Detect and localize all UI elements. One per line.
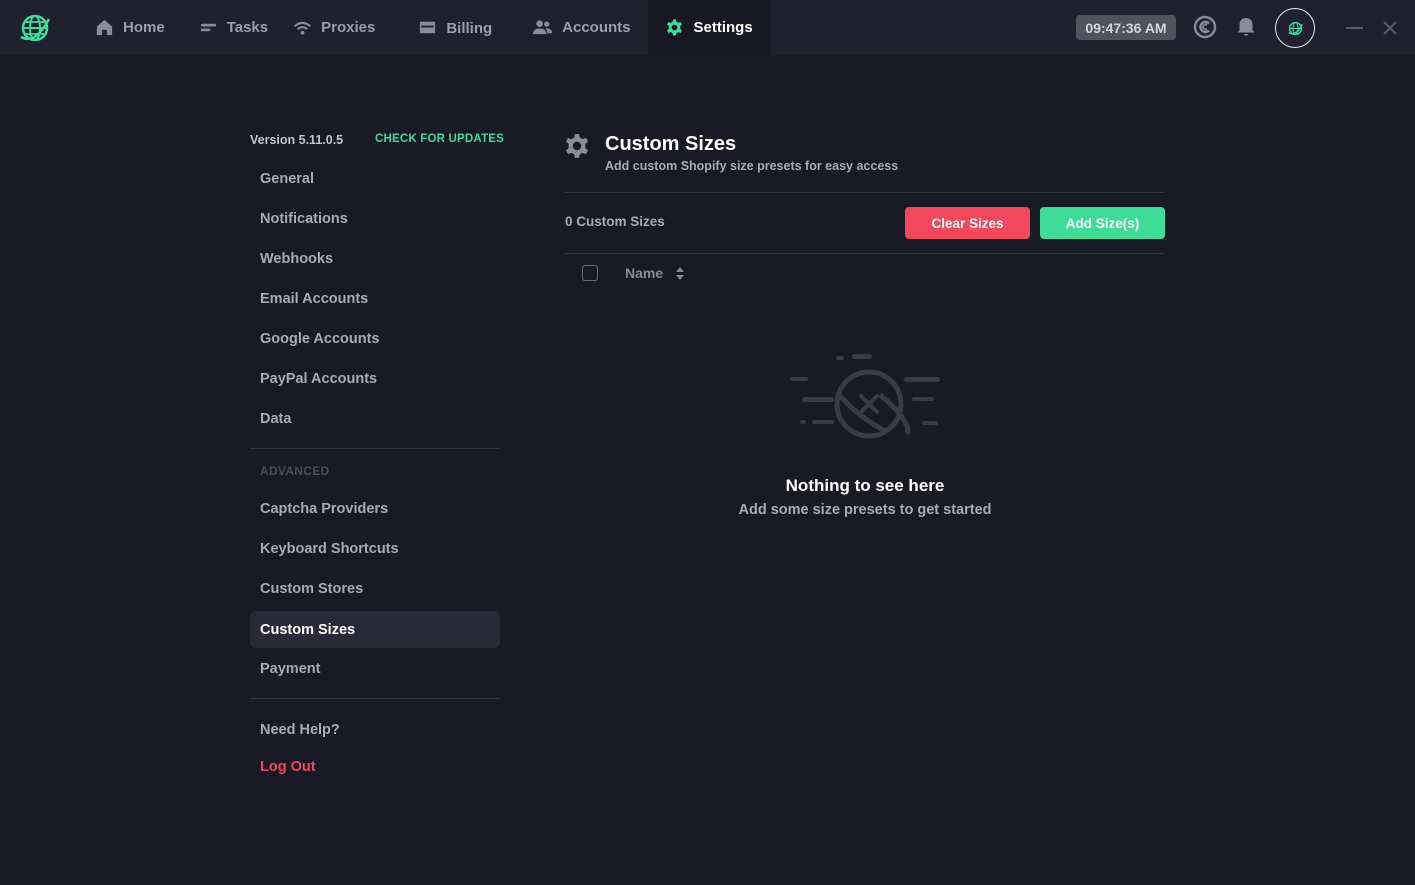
sidebar-divider	[250, 698, 500, 699]
clear-sizes-button[interactable]: Clear Sizes	[905, 207, 1030, 239]
add-sizes-button[interactable]: Add Size(s)	[1040, 207, 1165, 239]
user-avatar[interactable]	[1275, 8, 1315, 48]
sidebar-item-need-help[interactable]: Need Help?	[250, 711, 500, 748]
sidebar-item-paypal-accounts[interactable]: PayPal Accounts	[250, 360, 500, 397]
sidebar-divider	[250, 448, 500, 449]
sort-icon[interactable]	[675, 266, 685, 281]
sidebar-item-email-accounts[interactable]: Email Accounts	[250, 280, 500, 317]
empty-state-title: Nothing to see here	[785, 476, 945, 495]
globe-avatar-icon	[1287, 21, 1303, 35]
sidebar-item-payment[interactable]: Payment	[250, 650, 500, 687]
select-all-checkbox[interactable]	[582, 265, 598, 281]
home-icon	[96, 19, 113, 36]
check-for-updates-link[interactable]: CHECK FOR UPDATES	[375, 133, 504, 145]
clock-time: 09:47:36 AM	[1076, 15, 1176, 40]
page-subtitle: Add custom Shopify size presets for easy…	[605, 159, 899, 173]
empty-state-subtitle: Add some size presets to get started	[738, 502, 992, 518]
c-circle-logo-icon[interactable]	[1193, 15, 1217, 39]
accounts-users-icon	[533, 20, 553, 35]
nav-accounts-label: Accounts	[562, 19, 631, 36]
sidebar-item-captcha-providers[interactable]: Captcha Providers	[250, 490, 500, 527]
gear-icon	[667, 19, 683, 36]
nav-settings[interactable]: Settings	[648, 0, 771, 55]
wifi-icon	[294, 21, 312, 35]
sidebar-item-keyboard-shortcuts[interactable]: Keyboard Shortcuts	[250, 530, 500, 567]
nav-tasks-label: Tasks	[226, 19, 269, 36]
logout-button[interactable]: Log Out	[250, 748, 500, 785]
bell-icon[interactable]	[1234, 15, 1258, 39]
nav-tasks[interactable]: Tasks	[185, 0, 293, 55]
minimize-window-button[interactable]	[1346, 27, 1363, 29]
nav-proxies[interactable]: Proxies	[293, 0, 400, 55]
toolbar-divider	[565, 253, 1165, 254]
sidebar-item-google-accounts[interactable]: Google Accounts	[250, 320, 500, 357]
sidebar-item-custom-stores[interactable]: Custom Stores	[250, 570, 500, 607]
tasks-icon	[200, 23, 216, 32]
nav-billing-label: Billing	[446, 20, 493, 37]
nav-billing[interactable]: Billing	[400, 0, 516, 55]
version-label: Version 5.11.0.5	[250, 133, 344, 147]
app-logo-globe-icon[interactable]	[18, 11, 52, 45]
nav-home-label: Home	[123, 19, 165, 36]
sidebar-item-custom-sizes[interactable]: Custom Sizes	[250, 611, 500, 648]
billing-card-icon	[420, 21, 436, 34]
column-header-name[interactable]: Name	[625, 265, 663, 281]
nav-settings-label: Settings	[693, 19, 753, 36]
empty-state-planet-icon	[790, 354, 940, 439]
main-nav: Home Tasks Proxies Billing Accounts Sett…	[80, 0, 771, 55]
sidebar-item-notifications[interactable]: Notifications	[250, 200, 500, 237]
nav-home[interactable]: Home	[80, 0, 185, 55]
page-title: Custom Sizes	[605, 133, 737, 155]
header-divider	[565, 192, 1165, 193]
custom-sizes-count: 0 Custom Sizes	[565, 214, 665, 229]
close-window-icon[interactable]	[1381, 19, 1399, 37]
settings-gear-icon	[565, 134, 589, 158]
nav-accounts[interactable]: Accounts	[516, 0, 648, 55]
sidebar-section-advanced: ADVANCED	[260, 464, 330, 478]
top-bar: Home Tasks Proxies Billing Accounts Sett…	[0, 0, 1415, 55]
nav-proxies-label: Proxies	[321, 19, 376, 36]
sidebar-item-data[interactable]: Data	[250, 400, 500, 437]
sidebar-item-general[interactable]: General	[250, 160, 500, 197]
sidebar-item-webhooks[interactable]: Webhooks	[250, 240, 500, 277]
